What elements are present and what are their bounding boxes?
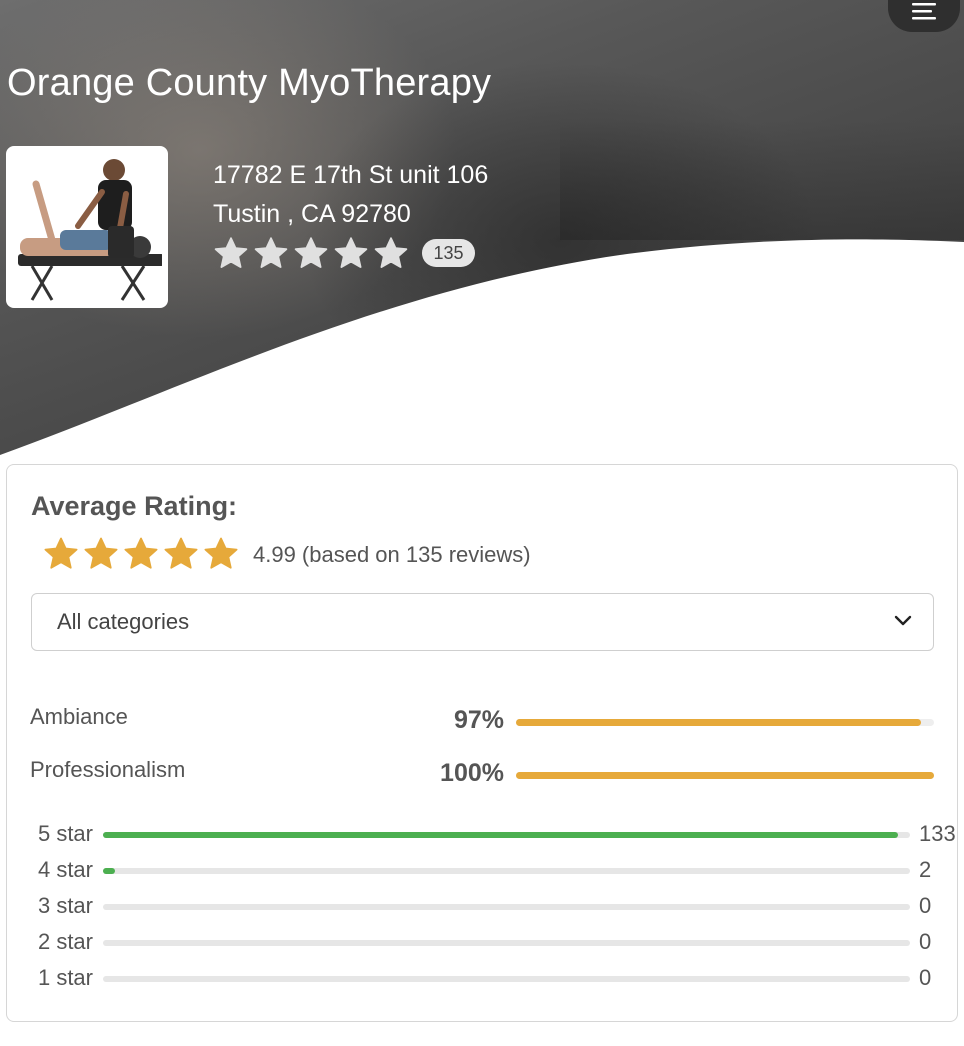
address-line-2: Tustin , CA 92780 <box>213 200 411 228</box>
category-progress-bar <box>516 719 934 726</box>
review-count-badge[interactable]: 135 <box>422 239 475 267</box>
star-level-label: 5 star <box>37 821 93 846</box>
star-icon <box>84 537 118 569</box>
star-breakdown-row[interactable]: 4 star 2 <box>7 857 959 887</box>
star-count: 0 <box>919 965 932 990</box>
hamburger-menu-icon <box>912 3 936 20</box>
category-percent: 100% <box>440 759 504 787</box>
category-rating-row: Ambiance 97% <box>7 704 959 744</box>
category-percent: 97% <box>453 706 504 734</box>
star-breakdown-row[interactable]: 1 star 0 <box>7 965 959 995</box>
average-rating-summary: 4.99 (based on 135 reviews) <box>253 542 531 567</box>
star-breakdown-row[interactable]: 5 star 133 <box>7 821 959 851</box>
star-progress-bar <box>103 832 910 838</box>
category-select-value: All categories <box>57 609 190 634</box>
average-rating-heading: Average Rating: <box>31 491 238 521</box>
category-progress-fill <box>516 772 934 779</box>
star-icon <box>294 237 328 268</box>
category-progress-fill <box>516 719 922 726</box>
star-count: 2 <box>919 857 932 882</box>
star-count: 0 <box>919 893 932 918</box>
star-icon <box>164 537 198 569</box>
star-count: 133 <box>919 821 956 846</box>
star-icon <box>214 237 248 268</box>
category-progress-bar <box>516 772 934 779</box>
star-icon <box>374 237 408 268</box>
star-progress-fill <box>103 832 899 838</box>
category-rating-row: Professionalism 100% <box>7 757 959 797</box>
rating-summary-card: Average Rating: 4.99 (based on 135 revie… <box>6 464 958 1022</box>
star-level-label: 4 star <box>37 857 93 882</box>
star-progress-bar <box>103 940 910 946</box>
star-progress-bar <box>103 904 910 910</box>
star-progress-fill <box>103 868 115 874</box>
star-level-label: 2 star <box>37 929 93 954</box>
star-icon <box>254 237 288 268</box>
star-level-label: 1 star <box>37 965 93 990</box>
hero-banner: Orange County MyoTherapy 17782 E 17th St… <box>0 0 964 460</box>
star-progress-bar <box>103 976 910 982</box>
star-count: 0 <box>919 929 932 954</box>
category-label: Ambiance <box>30 704 128 729</box>
chevron-down-icon <box>894 615 912 626</box>
star-icon <box>44 537 78 569</box>
star-icon <box>204 537 238 569</box>
hero-star-rating <box>213 236 409 270</box>
star-icon <box>334 237 368 268</box>
address-line-1: 17782 E 17th St unit 106 <box>213 161 489 189</box>
star-breakdown-row[interactable]: 2 star 0 <box>7 929 959 959</box>
business-name: Orange County MyoTherapy <box>7 62 492 104</box>
menu-button[interactable] <box>888 0 960 32</box>
category-select[interactable]: All categories <box>31 593 934 651</box>
massage-therapist-photo <box>12 152 162 302</box>
star-progress-bar <box>103 868 910 874</box>
category-label: Professionalism <box>30 757 186 782</box>
average-star-rating <box>43 536 239 571</box>
star-breakdown-row[interactable]: 3 star 0 <box>7 893 959 923</box>
star-icon <box>124 537 158 569</box>
star-level-label: 3 star <box>37 893 93 918</box>
business-thumbnail[interactable] <box>6 146 168 308</box>
